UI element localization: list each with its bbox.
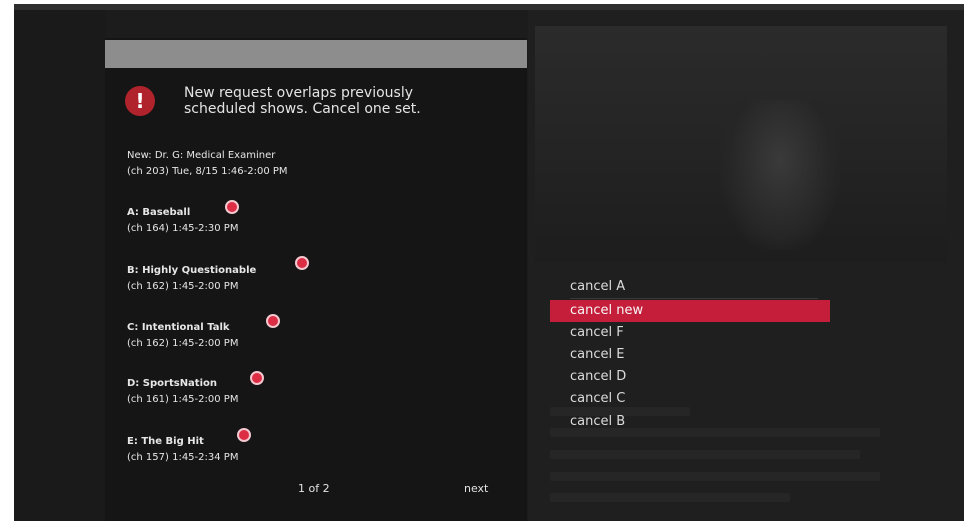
conflict-label: E: — [127, 436, 138, 447]
option-cancel-a[interactable]: cancel A — [550, 276, 830, 298]
conflict-show-entry: E: The Big Hit (ch 157) 1:45-2:34 PM — [127, 434, 238, 466]
next-page-button[interactable]: next — [464, 482, 488, 495]
conflict-label: C: — [127, 322, 139, 333]
conflict-schedule: (ch 157) 1:45-2:34 PM — [127, 452, 239, 463]
conflict-title: Intentional Talk — [141, 322, 230, 333]
option-cancel-c[interactable]: cancel C — [550, 388, 830, 410]
option-cancel-new[interactable]: cancel new — [550, 300, 830, 322]
record-dot-icon — [295, 256, 309, 270]
conflict-show-entry: C: Intentional Talk (ch 162) 1:45-2:00 P… — [127, 320, 238, 352]
option-cancel-e[interactable]: cancel E — [550, 344, 830, 366]
conflict-message-line: New request overlaps previously — [184, 85, 414, 101]
conflict-schedule: (ch 162) 1:45-2:00 PM — [127, 338, 239, 349]
option-divider — [570, 298, 818, 299]
exclamation-circle-icon: ! — [125, 86, 155, 116]
new-show-label: New: — [127, 150, 152, 161]
record-dot-icon — [237, 428, 251, 442]
conflict-schedule: (ch 162) 1:45-2:00 PM — [127, 281, 239, 292]
record-dot-icon — [225, 200, 239, 214]
conflict-label: B: — [127, 265, 139, 276]
conflict-schedule: (ch 164) 1:45-2:30 PM — [127, 223, 239, 234]
conflict-dialog: ! New request overlaps previously schedu… — [105, 38, 527, 521]
dialog-header-bar — [105, 40, 527, 68]
background-faint-bar — [550, 450, 860, 459]
record-dot-icon — [266, 314, 280, 328]
conflict-label: A: — [127, 207, 139, 218]
page-indicator: 1 of 2 — [298, 482, 330, 495]
conflict-title: SportsNation — [142, 378, 218, 389]
conflict-label: D: — [127, 378, 140, 389]
conflict-title: The Big Hit — [141, 436, 204, 447]
conflict-schedule: (ch 161) 1:45-2:00 PM — [127, 394, 239, 405]
conflict-message-line: scheduled shows. Cancel one set. — [184, 101, 421, 117]
conflict-show-entry: D: SportsNation (ch 161) 1:45-2:00 PM — [127, 376, 238, 408]
conflict-message: New request overlaps previously schedule… — [184, 85, 504, 117]
new-show-title: Dr. G: Medical Examiner — [154, 150, 276, 161]
record-dot-icon — [250, 371, 264, 385]
background-faint-bar — [550, 472, 880, 481]
conflict-title: Highly Questionable — [142, 265, 257, 276]
conflict-title: Baseball — [142, 207, 191, 218]
new-show-schedule: (ch 203) Tue, 8/15 1:46-2:00 PM — [127, 166, 288, 177]
background-left-panel — [14, 10, 106, 521]
new-show-entry: New: Dr. G: Medical Examiner (ch 203) Tu… — [127, 148, 288, 180]
option-cancel-f[interactable]: cancel F — [550, 322, 830, 344]
video-preview-figure — [720, 100, 840, 250]
option-cancel-b[interactable]: cancel B — [550, 411, 830, 433]
option-cancel-d[interactable]: cancel D — [550, 366, 830, 388]
conflict-show-entry: B: Highly Questionable (ch 162) 1:45-2:0… — [127, 263, 256, 295]
background-faint-bar — [550, 493, 790, 502]
conflict-show-entry: A: Baseball (ch 164) 1:45-2:30 PM — [127, 205, 238, 237]
tv-screen: ! New request overlaps previously schedu… — [14, 4, 964, 521]
